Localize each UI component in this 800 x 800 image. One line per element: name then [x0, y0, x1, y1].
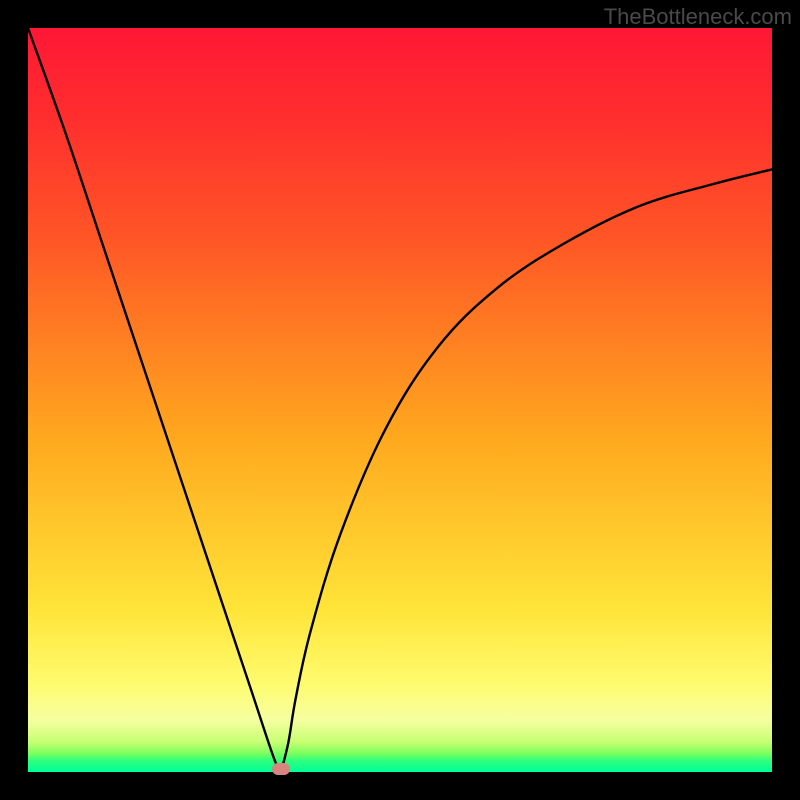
- watermark-text: TheBottleneck.com: [604, 4, 792, 30]
- chart-frame: [28, 28, 772, 772]
- bottleneck-curve-svg: [28, 28, 772, 772]
- bottleneck-curve-path: [28, 28, 772, 772]
- minimum-marker-icon: [272, 763, 290, 775]
